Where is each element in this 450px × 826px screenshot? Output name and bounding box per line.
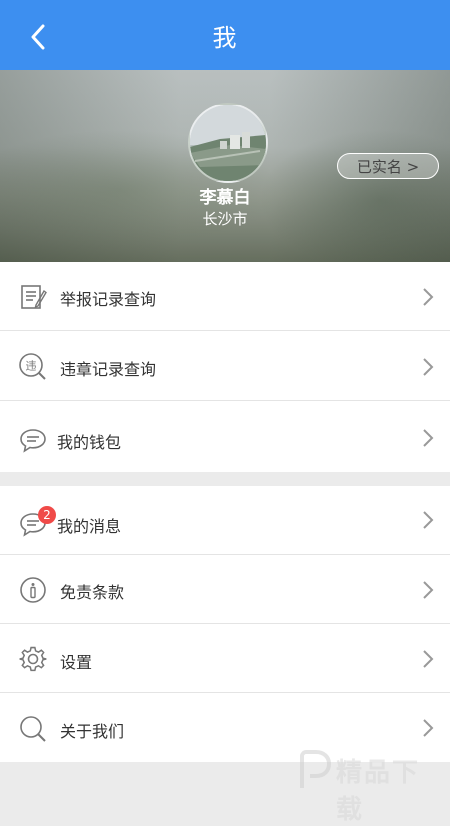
avatar[interactable] bbox=[188, 103, 268, 183]
unread-count-badge: 2 bbox=[38, 506, 56, 524]
info-icon bbox=[18, 575, 48, 605]
menu-item-settings[interactable]: 设置 bbox=[0, 624, 450, 693]
avatar-image bbox=[190, 105, 266, 181]
menu-item-disclaimer[interactable]: 免责条款 bbox=[0, 555, 450, 624]
watermark-p-icon bbox=[300, 750, 332, 788]
menu-label: 我的钱包 bbox=[57, 433, 122, 452]
menu-label: 关于我们 bbox=[60, 722, 125, 741]
watermark-logo: 精品下载 bbox=[296, 748, 446, 825]
menu-item-violation-records[interactable]: 违 违章记录查询 bbox=[0, 331, 450, 401]
menu-item-wallet[interactable]: 我的钱包 bbox=[0, 401, 450, 472]
wallet-chat-icon bbox=[18, 425, 48, 455]
menu-label: 免责条款 bbox=[60, 583, 125, 602]
svg-text:违: 违 bbox=[26, 360, 37, 373]
report-document-icon bbox=[18, 282, 48, 312]
user-name: 李慕白 bbox=[199, 188, 251, 208]
menu-label: 举报记录查询 bbox=[60, 290, 157, 309]
verified-badge-button[interactable]: 已实名 > bbox=[337, 153, 439, 179]
chevron-right-icon bbox=[423, 719, 434, 737]
chevron-right-icon bbox=[423, 581, 434, 599]
menu-label: 设置 bbox=[60, 653, 93, 672]
menu-item-messages[interactable]: 2 我的消息 bbox=[0, 486, 450, 555]
user-city: 长沙市 bbox=[202, 210, 248, 228]
chevron-right-icon bbox=[423, 288, 434, 306]
chevron-right-icon bbox=[423, 511, 434, 529]
watermark-text: 精品下载 bbox=[336, 758, 421, 825]
chevron-right-icon bbox=[423, 358, 434, 376]
settings-gear-icon bbox=[18, 644, 48, 674]
violation-search-icon: 违 bbox=[18, 352, 48, 382]
top-bar: 我 bbox=[0, 0, 450, 70]
menu-label: 违章记录查询 bbox=[60, 360, 157, 379]
menu-label: 我的消息 bbox=[57, 517, 122, 536]
menu-item-report-records[interactable]: 举报记录查询 bbox=[0, 262, 450, 331]
search-icon bbox=[18, 714, 48, 744]
chevron-right-icon bbox=[423, 650, 434, 668]
page-title: 我 bbox=[212, 24, 238, 52]
chevron-right-icon bbox=[423, 429, 434, 447]
